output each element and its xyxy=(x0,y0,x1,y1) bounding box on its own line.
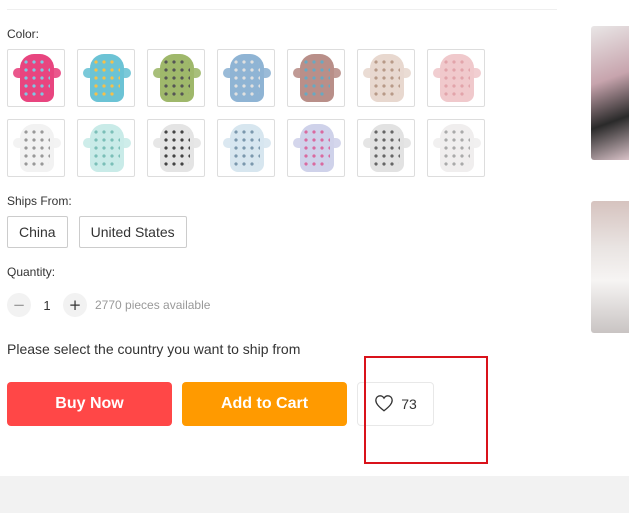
swatch-row xyxy=(7,119,497,177)
pattern-print xyxy=(302,58,330,98)
pattern-print xyxy=(372,128,400,168)
color-swatch[interactable] xyxy=(147,119,205,177)
color-swatch[interactable] xyxy=(147,49,205,107)
color-label: Color: xyxy=(7,27,40,41)
add-to-cart-button[interactable]: Add to Cart xyxy=(182,382,347,426)
buy-now-button[interactable]: Buy Now xyxy=(7,382,172,426)
color-swatch[interactable] xyxy=(287,49,345,107)
color-swatch[interactable] xyxy=(427,49,485,107)
color-swatch[interactable] xyxy=(7,49,65,107)
pattern-print xyxy=(442,128,470,168)
top-divider xyxy=(7,9,557,10)
side-thumbnail-image[interactable] xyxy=(591,201,629,333)
color-swatch[interactable] xyxy=(287,119,345,177)
color-swatch[interactable] xyxy=(217,49,275,107)
pattern-print xyxy=(162,128,190,168)
pattern-print xyxy=(442,58,470,98)
color-swatch[interactable] xyxy=(357,49,415,107)
ships-from-options: China United States xyxy=(7,216,187,248)
pattern-print xyxy=(92,58,120,98)
pattern-print xyxy=(162,58,190,98)
color-swatch[interactable] xyxy=(357,119,415,177)
bottom-band xyxy=(0,476,629,513)
pattern-print xyxy=(232,58,260,98)
quantity-label: Quantity: xyxy=(7,265,56,279)
pieces-available: 2770 pieces available xyxy=(95,298,211,312)
color-swatch-grid xyxy=(7,49,497,189)
ship-from-china-button[interactable]: China xyxy=(7,216,68,248)
pattern-print xyxy=(302,128,330,168)
ship-country-message: Please select the country you want to sh… xyxy=(7,341,301,357)
side-thumbnail-image[interactable] xyxy=(591,26,629,160)
quantity-increase-button[interactable]: + xyxy=(63,293,87,317)
color-swatch[interactable] xyxy=(77,49,135,107)
pattern-print xyxy=(232,128,260,168)
pattern-print xyxy=(372,58,400,98)
color-swatch[interactable] xyxy=(217,119,275,177)
pattern-print xyxy=(22,128,50,168)
ships-from-label: Ships From: xyxy=(7,194,72,208)
color-swatch[interactable] xyxy=(77,119,135,177)
quantity-stepper: − 1 + 2770 pieces available xyxy=(7,293,210,317)
pattern-print xyxy=(22,58,50,98)
ship-from-united-states-button[interactable]: United States xyxy=(78,216,187,248)
pattern-print xyxy=(92,128,120,168)
quantity-decrease-button[interactable]: − xyxy=(7,293,31,317)
quantity-value[interactable]: 1 xyxy=(31,298,63,313)
highlight-annotation-box xyxy=(364,356,488,464)
color-swatch[interactable] xyxy=(427,119,485,177)
swatch-row xyxy=(7,49,497,107)
color-swatch[interactable] xyxy=(7,119,65,177)
